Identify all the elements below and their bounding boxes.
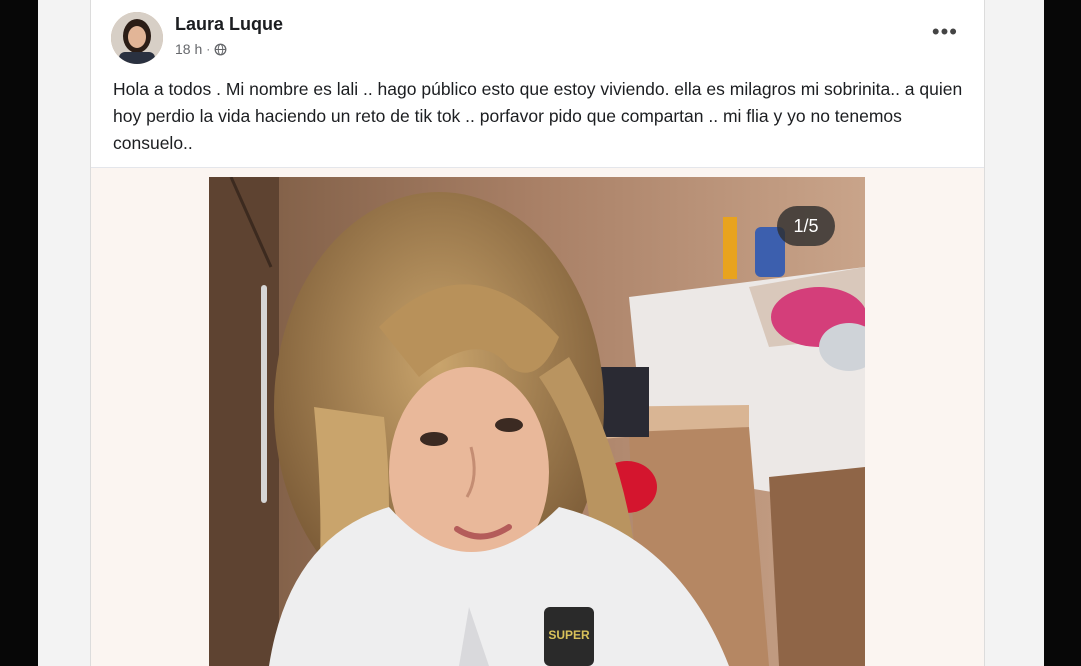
left-black-border — [0, 0, 38, 666]
globe-icon — [214, 43, 227, 55]
post-media-area: SUPER — [91, 168, 984, 666]
avatar-image — [111, 12, 163, 64]
post-photo[interactable]: SUPER — [209, 177, 865, 666]
right-black-border — [1044, 0, 1081, 666]
feed-background: Laura Luque 18 h · ••• Hola a todos . Mi… — [38, 0, 1044, 666]
more-options-button[interactable]: ••• — [932, 21, 958, 43]
post-header: Laura Luque 18 h · ••• — [91, 0, 984, 68]
photo-counter: 1/5 — [777, 206, 835, 246]
photo-image: SUPER — [209, 177, 865, 666]
post-meta: 18 h · — [175, 41, 227, 57]
author-avatar[interactable] — [111, 12, 163, 64]
post-text: Hola a todos . Mi nombre es lali .. hago… — [113, 79, 963, 153]
author-name[interactable]: Laura Luque — [175, 14, 283, 35]
shirt-logo-text: SUPER — [548, 628, 590, 642]
meta-separator: · — [206, 42, 211, 56]
post-time[interactable]: 18 h — [175, 41, 202, 57]
photo-side-tab — [261, 285, 267, 503]
post-card: Laura Luque 18 h · ••• Hola a todos . Mi… — [90, 0, 985, 666]
